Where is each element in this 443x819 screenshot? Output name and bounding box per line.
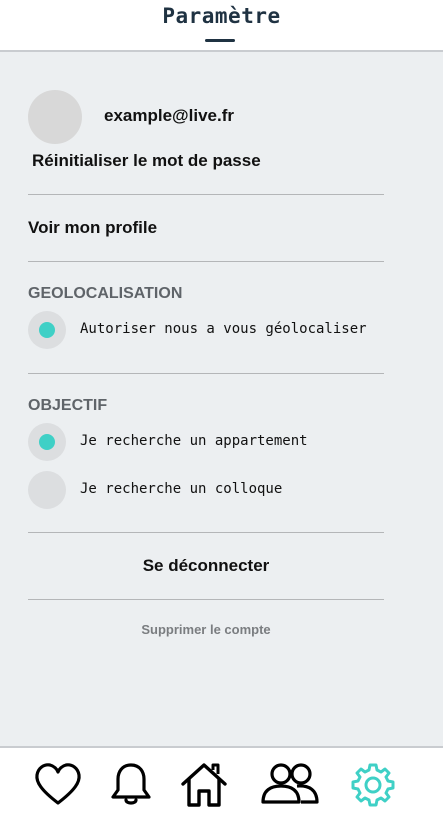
geolocation-section-title: GEOLOCALISATION	[28, 285, 183, 302]
nav-community[interactable]	[259, 760, 321, 810]
users-icon	[261, 763, 319, 804]
logout-button[interactable]: Se déconnecter	[28, 556, 384, 576]
nav-settings[interactable]	[348, 760, 398, 810]
geolocation-option-label: Autoriser nous a vous géolocaliser	[80, 321, 367, 337]
home-icon	[181, 763, 227, 807]
settings-panel: example@live.fr Réinitialiser le mot de …	[0, 52, 443, 746]
geolocation-radio[interactable]	[28, 311, 66, 349]
title-underline	[205, 39, 235, 42]
objective-section-title: OBJECTIF	[28, 397, 108, 414]
delete-account-button[interactable]: Supprimer le compte	[28, 622, 384, 637]
objective-option-apartment[interactable]: Je recherche un appartement	[28, 423, 388, 461]
avatar[interactable]	[28, 90, 82, 144]
bell-icon	[111, 763, 151, 805]
bottom-nav	[0, 746, 443, 819]
objective-option-label: Je recherche un colloque	[80, 481, 283, 497]
divider	[28, 532, 384, 533]
user-email: example@live.fr	[104, 106, 234, 125]
radio-selected-dot	[39, 434, 55, 450]
nav-home[interactable]	[179, 760, 229, 810]
view-profile-link[interactable]: Voir mon profile	[28, 218, 157, 238]
objective-radio-apartment[interactable]	[28, 423, 66, 461]
reset-password-link[interactable]: Réinitialiser le mot de passe	[32, 151, 261, 171]
divider	[28, 261, 384, 262]
objective-option-label: Je recherche un appartement	[80, 433, 308, 449]
heart-icon	[35, 763, 81, 805]
geolocation-option[interactable]: Autoriser nous a vous géolocaliser	[28, 311, 388, 349]
objective-radio-colloque[interactable]	[28, 471, 66, 509]
nav-notifications[interactable]	[106, 760, 156, 810]
app-header: Paramètre	[0, 0, 443, 52]
radio-selected-dot	[39, 322, 55, 338]
divider	[28, 194, 384, 195]
page-title: Paramètre	[162, 4, 281, 28]
divider	[28, 599, 384, 600]
gear-icon	[351, 763, 395, 807]
divider	[28, 373, 384, 374]
nav-favorites[interactable]	[33, 760, 83, 810]
objective-option-colloque[interactable]: Je recherche un colloque	[28, 471, 388, 509]
